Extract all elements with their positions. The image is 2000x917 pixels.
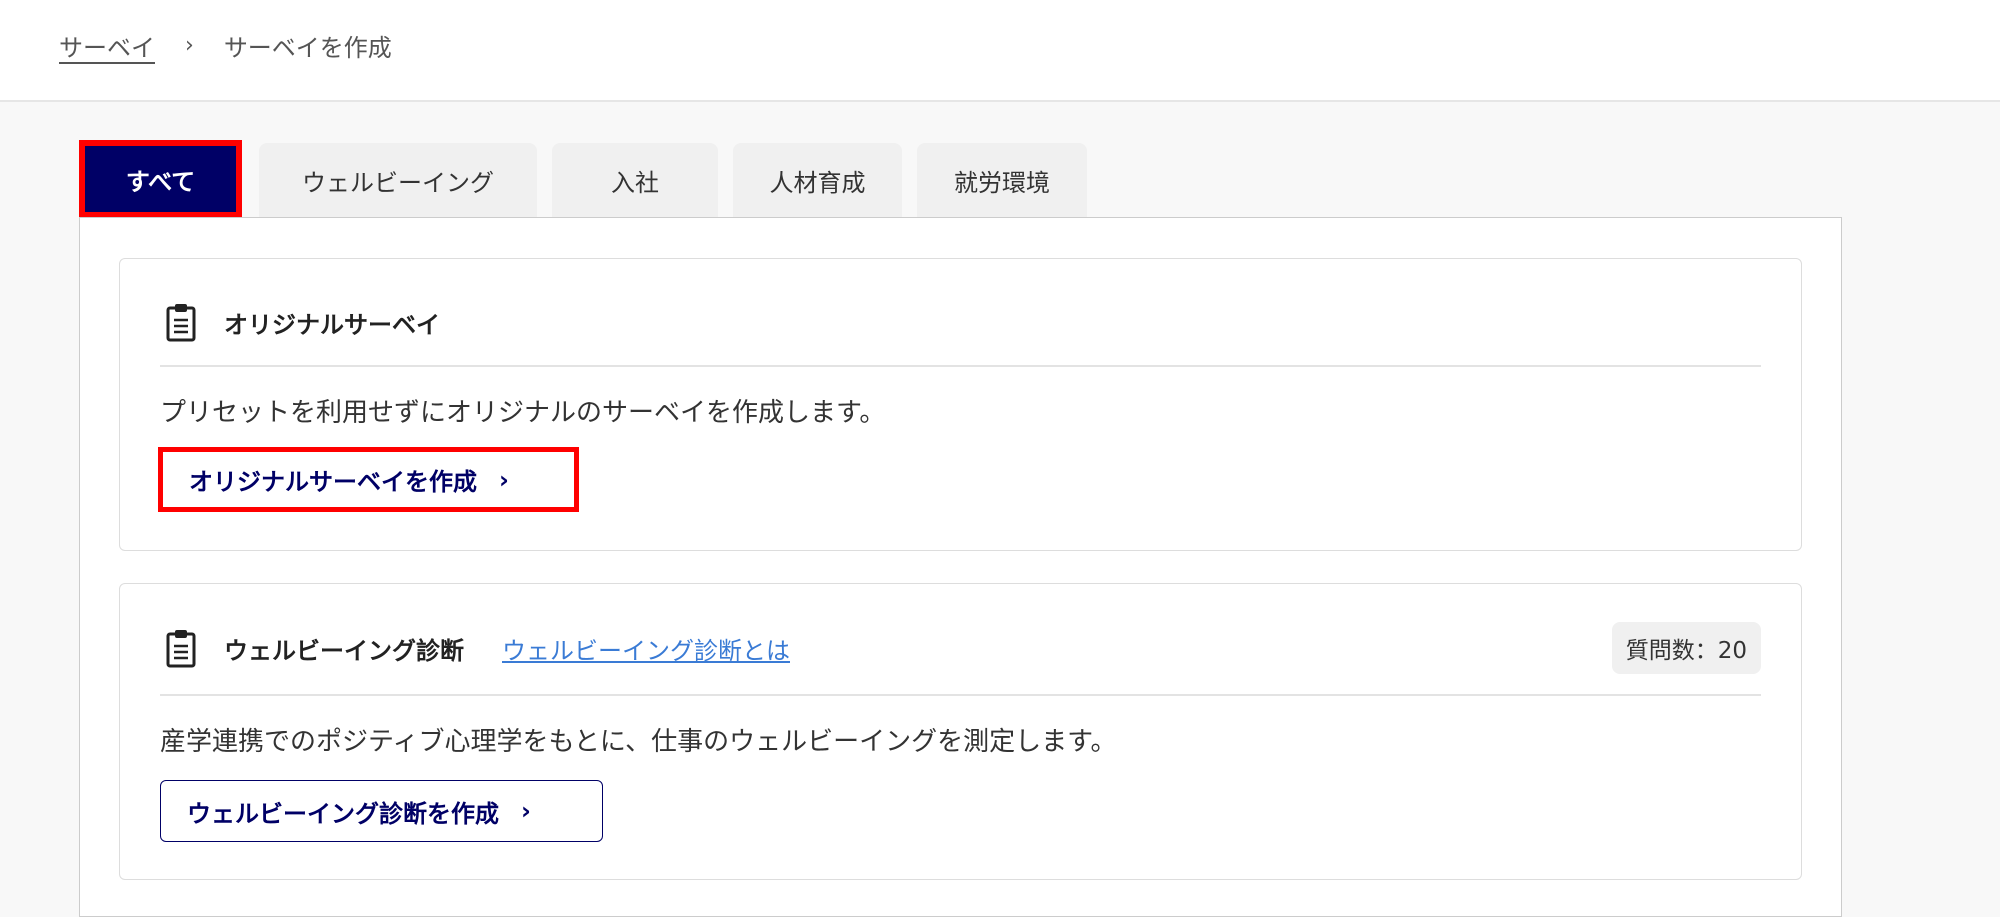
tab-wellbeing[interactable]: ウェルビーイング: [259, 143, 537, 217]
button-label: ウェルビーイング診断を作成: [187, 799, 499, 828]
tab-all[interactable]: すべて: [79, 140, 242, 218]
card-header: オリジナルサーベイ: [166, 302, 440, 342]
breadcrumb-current: サーベイを作成: [223, 34, 392, 62]
tab-work-environment[interactable]: 就労環境: [917, 143, 1087, 217]
card-description: プリセットを利用せずにオリジナルのサーベイを作成します。: [160, 398, 886, 428]
breadcrumb-survey-link[interactable]: サーベイ: [59, 28, 155, 63]
original-survey-card: オリジナルサーベイ プリセットを利用せずにオリジナルのサーベイを作成します。 オ…: [119, 258, 1802, 551]
breadcrumb: サーベイ › サーベイを作成: [59, 28, 392, 63]
card-header: ウェルビーイング診断 ウェルビーイング診断とは: [166, 628, 790, 668]
clipboard-icon: [166, 630, 196, 668]
card-description: 産学連携でのポジティブ心理学をもとに、仕事のウェルビーイングを測定します。: [160, 727, 1117, 757]
about-wellbeing-link[interactable]: ウェルビーイング診断とは: [502, 631, 790, 666]
chevron-right-icon: ›: [521, 797, 531, 825]
tab-talent-development[interactable]: 人材育成: [733, 143, 902, 217]
card-title: オリジナルサーベイ: [224, 310, 440, 339]
tab-onboarding[interactable]: 入社: [552, 143, 718, 217]
chevron-right-icon: ›: [185, 33, 194, 58]
wellbeing-survey-card: ウェルビーイング診断 ウェルビーイング診断とは 質問数：20 産学連携でのポジテ…: [119, 583, 1802, 880]
question-count-badge: 質問数：20: [1611, 622, 1761, 674]
clipboard-icon: [166, 304, 196, 342]
button-label: オリジナルサーベイを作成: [189, 468, 477, 496]
card-title: ウェルビーイング診断: [224, 636, 464, 665]
divider: [160, 365, 1761, 367]
create-wellbeing-survey-button[interactable]: ウェルビーイング診断を作成 ›: [160, 780, 603, 842]
create-original-survey-button[interactable]: オリジナルサーベイを作成 ›: [158, 447, 579, 512]
chevron-right-icon: ›: [499, 465, 509, 494]
divider: [160, 694, 1761, 696]
header: サーベイ › サーベイを作成: [0, 0, 2000, 102]
